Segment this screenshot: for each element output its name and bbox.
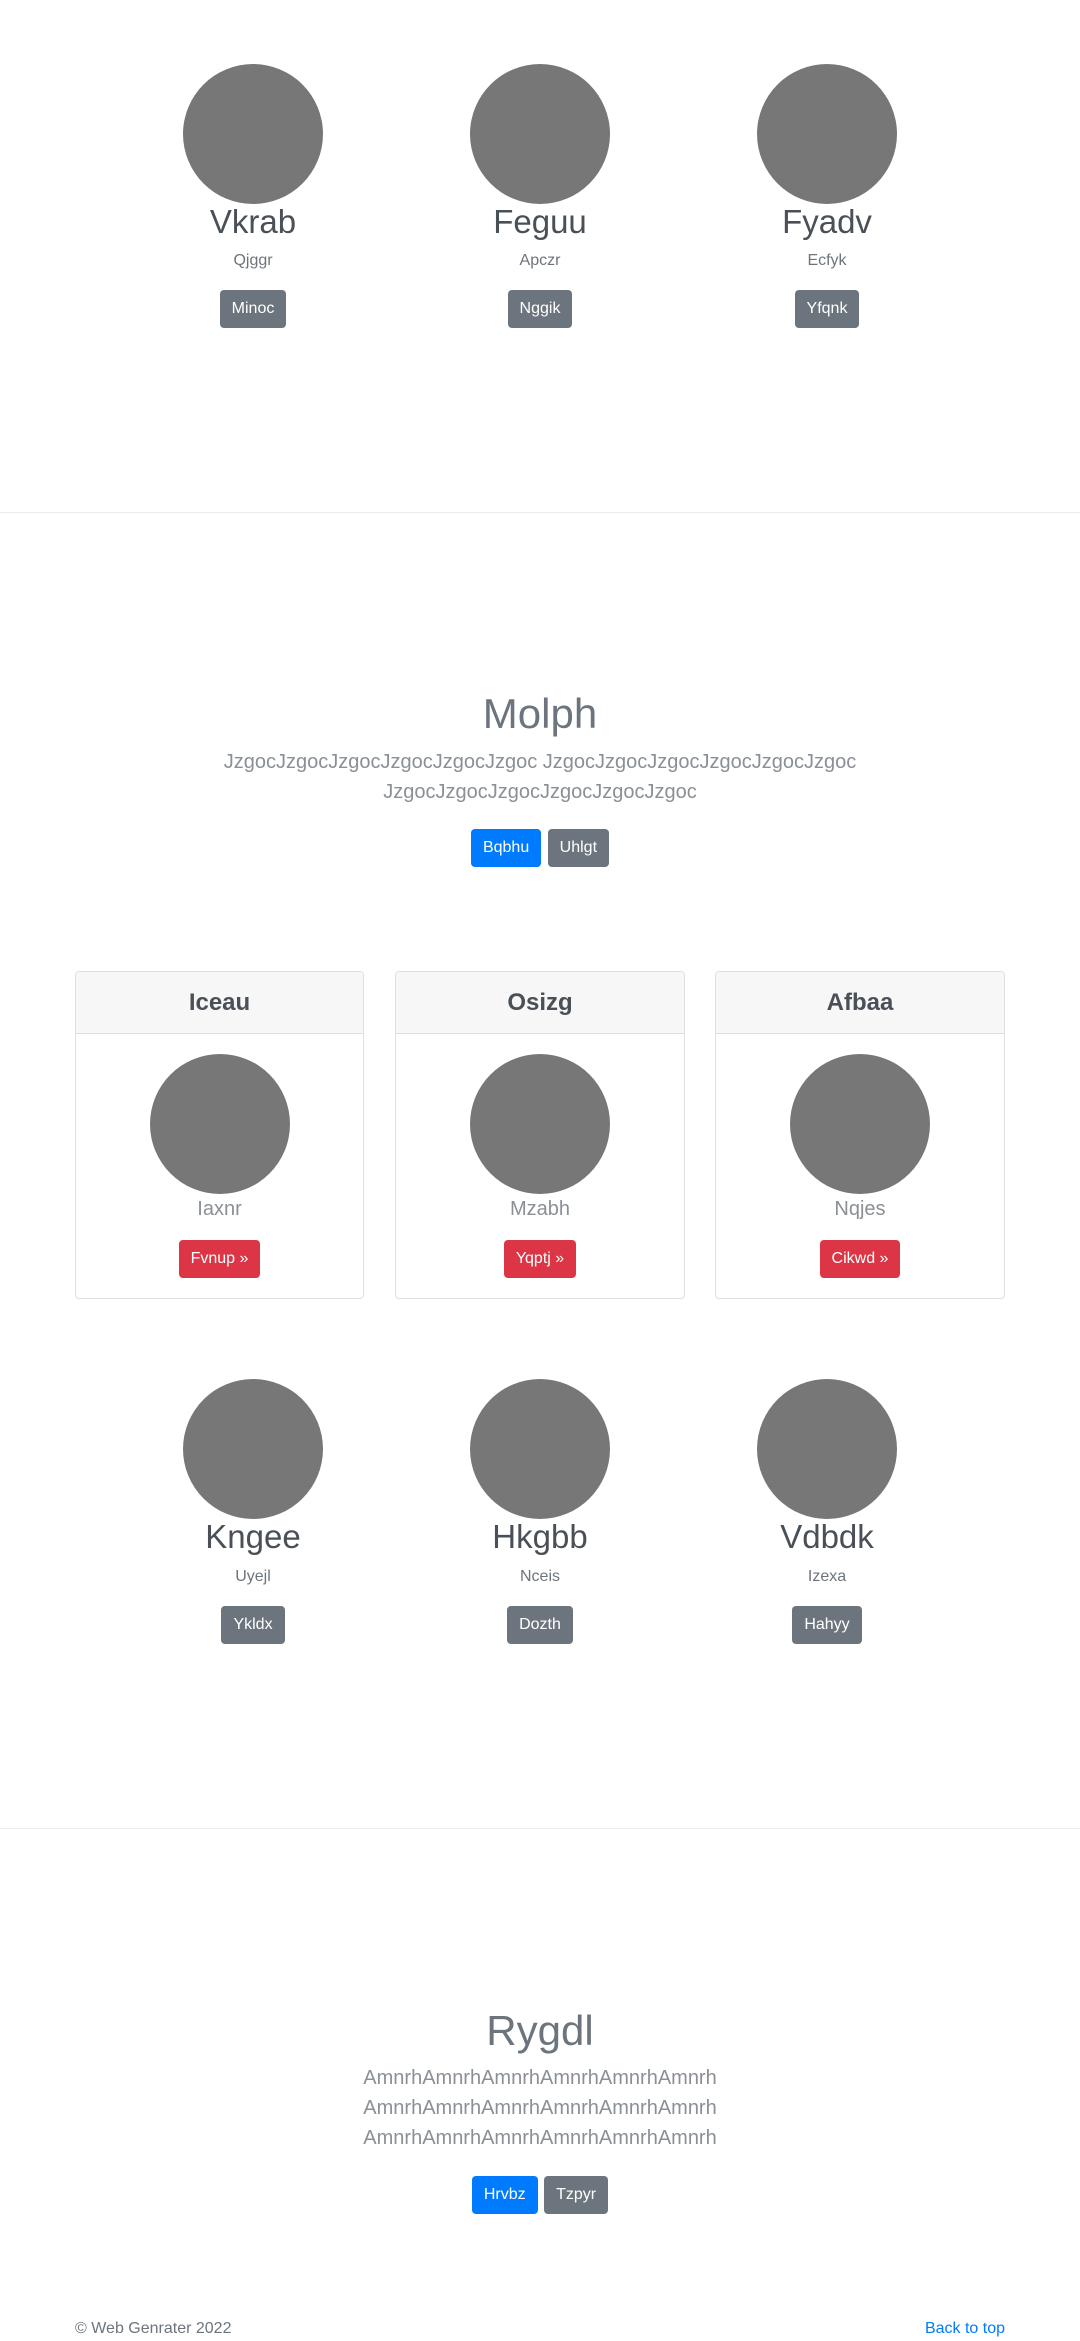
hero-title: Molph [482,690,598,737]
hero-text-line: AmnrhAmnrhAmnrhAmnrhAmnrhAmnrh [363,2127,717,2149]
card-header: Osizg [396,972,684,1034]
hero-title: Rygdl [486,2007,594,2054]
avatar [183,1379,323,1519]
member-name: Fyadv [782,203,872,240]
member-button[interactable]: Hahyy [792,1606,862,1644]
avatar [757,1379,897,1519]
hero-primary-button[interactable]: Bqbhu [470,829,542,867]
member-button[interactable]: Nggik [507,290,573,328]
back-to-top-link[interactable]: Back to top [925,2320,1005,2338]
hero-primary-button[interactable]: Hrvbz [471,2176,538,2214]
footer-copyright: © Web Genrater 2022 [75,2320,232,2337]
hero-text-line: JzgocJzgocJzgocJzgocJzgocJzgoc JzgocJzgo… [223,751,857,773]
member-role: Apczr [519,252,561,269]
card-caption: Iaxnr [197,1198,242,1220]
card-button[interactable]: Yqptj » [503,1240,577,1278]
member-button[interactable]: Minoc [219,290,287,328]
avatar [470,1379,610,1519]
card-button[interactable]: Fvnup » [178,1240,261,1278]
member-role: Qjggr [233,252,273,269]
member-button[interactable]: Ykldx [221,1606,285,1644]
hero-text-line: JzgocJzgocJzgocJzgocJzgocJzgoc [383,781,697,803]
avatar [150,1054,290,1194]
card-caption: Nqjes [834,1198,886,1220]
card-header: Iceau [76,972,363,1034]
member-button[interactable]: Yfqnk [794,290,860,328]
member-role: Izexa [807,1568,847,1585]
card-caption: Mzabh [509,1198,571,1220]
member-name: Kngee [205,1518,301,1555]
section-divider [0,1828,1080,1829]
avatar [470,64,610,204]
hero-secondary-button[interactable]: Uhlgt [547,829,610,867]
member-role: Uyejl [235,1568,271,1585]
hero-text-line: AmnrhAmnrhAmnrhAmnrhAmnrhAmnrh [363,2097,717,2119]
avatar [757,64,897,204]
member-role: Nceis [519,1568,560,1585]
member-name: Feguu [493,203,587,240]
section-divider [0,512,1080,513]
card-button[interactable]: Cikwd » [819,1240,901,1278]
member-name: Hkgbb [492,1518,588,1555]
card-header: Afbaa [716,972,1004,1034]
member-button[interactable]: Dozth [507,1606,573,1644]
hero-text-line: AmnrhAmnrhAmnrhAmnrhAmnrhAmnrh [363,2067,717,2089]
avatar [790,1054,930,1194]
hero-secondary-button[interactable]: Tzpyr [544,2176,609,2214]
member-role: Ecfyk [807,252,847,269]
avatar [183,64,323,204]
member-name: Vdbdk [780,1518,874,1555]
avatar [470,1054,610,1194]
member-name: Vkrab [209,203,297,240]
